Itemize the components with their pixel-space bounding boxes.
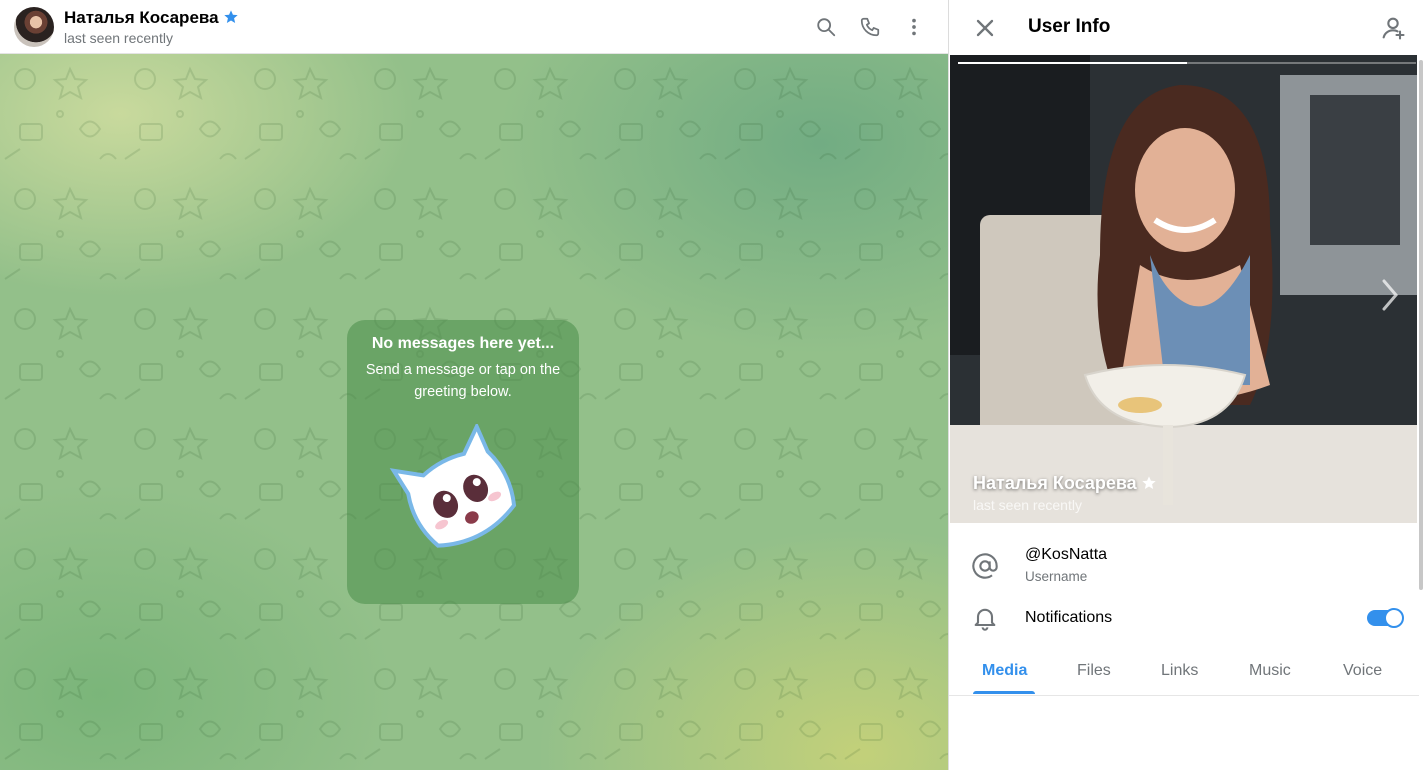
chat-title[interactable]: Наталья Косарева	[64, 8, 239, 28]
at-sign-icon	[972, 553, 998, 579]
notifications-toggle[interactable]	[1367, 608, 1404, 628]
phone-icon	[860, 17, 880, 37]
profile-name-text: Наталья Косарева	[973, 473, 1137, 493]
premium-star-icon	[223, 10, 238, 23]
premium-star-icon	[1142, 476, 1156, 489]
add-contact-icon[interactable]	[1379, 14, 1407, 42]
profile-status: last seen recently	[973, 497, 1082, 513]
empty-chat-card: No messages here yet... Send a message o…	[347, 320, 579, 604]
toggle-knob	[1384, 608, 1404, 628]
empty-chat-subtitle: Send a message or tap on the greeting be…	[365, 362, 561, 400]
panel-title: User Info	[1028, 16, 1111, 37]
tab-files[interactable]: Files	[1077, 662, 1111, 680]
chat-header[interactable]: Наталья Косарева last seen recently	[0, 0, 948, 54]
greeting-sticker[interactable]	[387, 424, 537, 574]
photo-progress-bar	[958, 62, 1416, 64]
tab-voice[interactable]: Voice	[1343, 662, 1382, 680]
active-tab-indicator	[973, 691, 1035, 694]
search-icon	[817, 18, 836, 37]
tab-links[interactable]: Links	[1161, 662, 1198, 680]
chat-area: Наталья Косарева last seen recently No m…	[0, 0, 948, 770]
profile-name: Наталья Косарева	[973, 473, 1157, 494]
tab-media[interactable]: Media	[982, 662, 1027, 680]
bell-icon	[974, 608, 996, 631]
profile-photo[interactable]: Наталья Косарева last seen recently	[950, 55, 1417, 523]
more-vertical-icon	[912, 18, 916, 36]
scrollbar[interactable]	[1419, 60, 1423, 590]
username-row[interactable]: @KosNatta Username	[949, 540, 1419, 590]
search-button[interactable]	[812, 13, 840, 41]
chevron-right-icon[interactable]	[1378, 275, 1402, 315]
call-button[interactable]	[856, 13, 884, 41]
notifications-label: Notifications	[1025, 609, 1113, 626]
chat-background: No messages here yet... Send a message o…	[0, 54, 948, 770]
more-button[interactable]	[900, 13, 928, 41]
chat-status: last seen recently	[64, 30, 173, 46]
avatar[interactable]	[14, 7, 54, 47]
media-tabs: Media Files Links Music Voice	[949, 650, 1419, 696]
notifications-row[interactable]: Notifications	[949, 600, 1419, 636]
username-value: @KosNatta	[1025, 546, 1108, 563]
empty-chat-title: No messages here yet...	[371, 335, 555, 352]
username-label: Username	[1025, 569, 1088, 584]
chat-title-text: Наталья Косарева	[64, 8, 219, 27]
profile-photo-image	[950, 55, 1417, 523]
user-info-panel: User Info Наталья Косарева last seen rec…	[948, 0, 1428, 770]
tab-music[interactable]: Music	[1249, 662, 1291, 680]
close-icon[interactable]	[971, 14, 999, 42]
photo-progress-fill	[958, 62, 1187, 64]
panel-header: User Info	[949, 0, 1428, 55]
